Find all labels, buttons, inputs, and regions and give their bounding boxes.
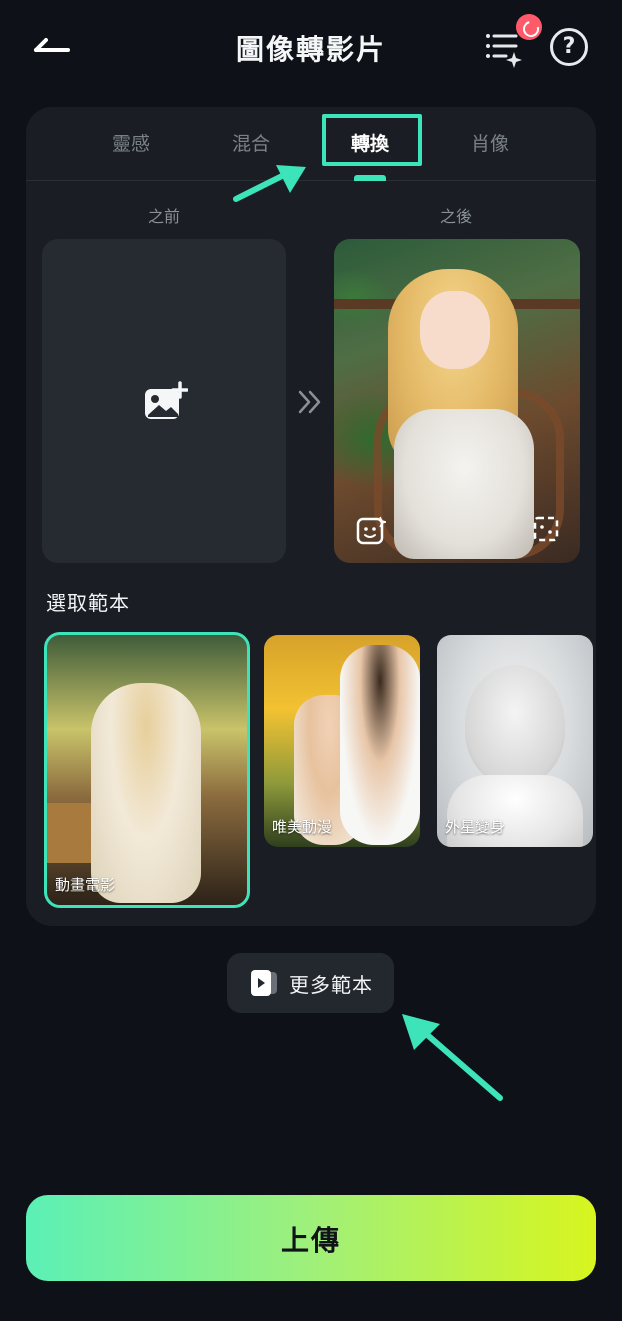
double-chevron-icon xyxy=(298,390,321,414)
select-template-title: 選取範本 xyxy=(46,591,130,615)
more-templates-button[interactable]: 更多範本 xyxy=(227,953,394,1013)
annotation-arrow-icon xyxy=(233,165,306,202)
crop-icon[interactable] xyxy=(532,515,560,543)
video-template-icon xyxy=(251,970,277,996)
template-figure-shape xyxy=(340,645,420,845)
template-alien-shape xyxy=(465,665,565,785)
active-tab-indicator xyxy=(354,175,386,181)
template-label: 唯美動漫 xyxy=(272,818,333,836)
add-image-icon xyxy=(145,381,188,419)
notification-badge xyxy=(516,14,542,40)
template-card-alien-transform[interactable]: 外星變身 xyxy=(437,635,593,847)
anime-girl-dress xyxy=(394,409,534,559)
tab-bar: 靈感 混合 轉換 肖像 xyxy=(26,107,596,181)
template-label: 外星變身 xyxy=(445,818,506,836)
before-label: 之前 xyxy=(147,207,180,226)
upload-button[interactable]: 上傳 xyxy=(26,1195,596,1281)
help-button[interactable]: ? xyxy=(550,28,588,66)
after-preview-image xyxy=(334,239,580,563)
template-label: 動畫電影 xyxy=(55,876,116,894)
template-card-aesthetic-anime[interactable]: 唯美動漫 xyxy=(264,635,420,847)
image-upload-area[interactable] xyxy=(42,239,286,563)
tab-highlight-box xyxy=(322,114,422,166)
template-figure-shape xyxy=(91,683,201,903)
tab-mix[interactable]: 混合 xyxy=(201,129,301,156)
tab-inspiration[interactable]: 靈感 xyxy=(81,129,181,156)
main-card: 靈感 混合 轉換 肖像 之前 之後 選取範本 動畫電影 唯美動漫 外星變身 xyxy=(26,107,596,926)
more-templates-label: 更多範本 xyxy=(289,973,373,997)
anime-girl-face xyxy=(420,291,490,369)
upload-button-label: 上傳 xyxy=(280,1224,341,1257)
tab-portrait[interactable]: 肖像 xyxy=(440,129,540,156)
after-label: 之後 xyxy=(439,207,472,226)
annotation-arrow-icon xyxy=(402,1014,503,1101)
template-card-animated-movie[interactable]: 動畫電影 xyxy=(44,632,250,908)
app-screen: 圖像轉影片 ? 靈感 混合 轉換 肖像 之前 之後 選取範本 動畫電影 唯美動漫… xyxy=(0,0,622,1321)
face-swap-icon[interactable] xyxy=(356,515,386,545)
